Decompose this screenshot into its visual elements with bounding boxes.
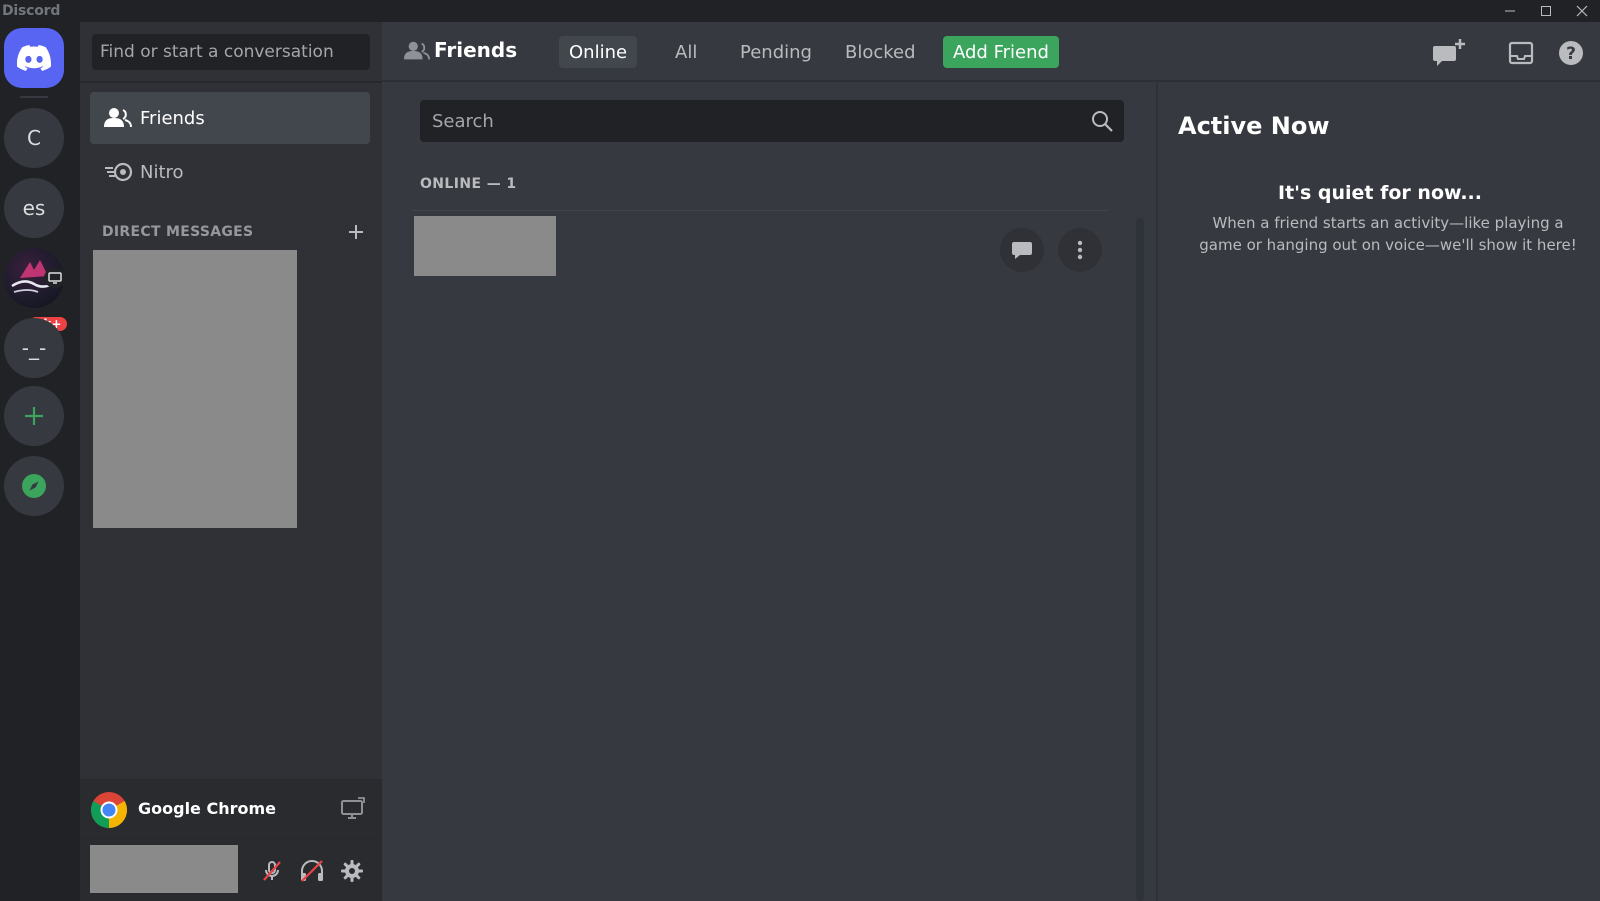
more-icon [1077, 240, 1083, 260]
search-icon [1092, 111, 1113, 132]
user-info-redacted[interactable] [90, 845, 238, 893]
sidebar-item-friends[interactable]: Friends [90, 92, 370, 144]
sidebar-divider [80, 81, 382, 83]
mic-muted-icon [263, 861, 281, 881]
quiet-description: When a friend starts an activity—like pl… [1199, 214, 1577, 254]
add-friend-button[interactable]: Add Friend [943, 36, 1059, 68]
compass-icon [22, 474, 46, 498]
scrollbar[interactable] [1136, 218, 1144, 901]
conversation-search-input[interactable]: Find or start a conversation [92, 34, 370, 70]
top-bar: Friends Online All Pending Blocked Add F… [382, 22, 1600, 82]
sidebar-item-label: Friends [140, 107, 205, 129]
server-es-label: es [22, 196, 46, 220]
friends-search-input[interactable]: Search [420, 100, 1124, 142]
home-button[interactable] [4, 28, 64, 88]
help-button[interactable]: ? [1556, 38, 1586, 68]
maximize-button[interactable] [1528, 0, 1564, 22]
server-c-label: C [27, 126, 41, 150]
minimize-icon [1505, 10, 1515, 12]
page-title: Friends [434, 38, 518, 62]
online-count-header: ONLINE — 1 [420, 176, 517, 192]
maximize-icon [1541, 6, 1551, 16]
friends-search-placeholder: Search [432, 110, 494, 132]
quiet-title: It's quiet for now... [1278, 182, 1482, 204]
svg-text:?: ? [1566, 44, 1576, 64]
friend-row[interactable] [412, 216, 1108, 278]
main-content: Friends Online All Pending Blocked Add F… [382, 22, 1600, 901]
inbox-icon [1508, 41, 1534, 65]
app-title: Discord [2, 3, 61, 19]
message-button[interactable] [1000, 228, 1044, 272]
tab-all[interactable]: All [665, 36, 707, 68]
tab-pending[interactable]: Pending [730, 36, 822, 68]
more-options-button[interactable] [1058, 228, 1102, 272]
user-panel [80, 839, 382, 901]
add-server-button[interactable] [4, 386, 64, 446]
mute-button[interactable] [256, 855, 288, 887]
gear-icon [341, 860, 363, 882]
friends-icon [404, 41, 430, 60]
nitro-icon [104, 161, 140, 183]
tab-blocked[interactable]: Blocked [835, 36, 926, 68]
help-icon: ? [1559, 41, 1583, 65]
activity-app-name: Google Chrome [138, 799, 277, 818]
friends-icon [104, 107, 140, 129]
server-es[interactable]: es [4, 178, 64, 238]
new-group-dm-button[interactable] [1431, 38, 1467, 68]
server-list: C es 2k+ -_- [0, 22, 80, 901]
close-icon [1576, 5, 1588, 17]
explore-servers-button[interactable] [4, 456, 64, 516]
window-controls [1492, 0, 1600, 22]
message-icon [1012, 242, 1032, 259]
title-bar: Discord [0, 0, 1600, 22]
chrome-icon [90, 792, 128, 828]
sidebar-item-nitro[interactable]: Nitro [90, 146, 370, 198]
headphones-deafened-icon [301, 860, 323, 882]
server-dash-label: -_- [21, 336, 47, 360]
server-separator [20, 96, 48, 98]
plus-icon [25, 407, 43, 425]
user-settings-button[interactable] [336, 855, 368, 887]
server-dash[interactable]: -_- [4, 318, 64, 378]
tab-online[interactable]: Online [559, 36, 638, 68]
dm-list-redacted [93, 250, 297, 528]
activity-panel: Google Chrome [80, 779, 382, 839]
sidebar-item-label: Nitro [140, 161, 184, 183]
friend-info-redacted [414, 216, 556, 276]
close-button[interactable] [1564, 0, 1600, 22]
inbox-button[interactable] [1506, 38, 1536, 68]
active-now-panel: Active Now It's quiet for now... When a … [1156, 82, 1600, 901]
active-now-title: Active Now [1178, 112, 1330, 140]
dm-sidebar: Find or start a conversation Friends Nit… [80, 22, 382, 901]
friends-list: Search ONLINE — 1 [382, 82, 1156, 901]
plus-icon [349, 225, 363, 239]
minimize-button[interactable] [1492, 0, 1528, 22]
stream-screen-icon [341, 797, 365, 819]
create-dm-button[interactable] [348, 220, 364, 244]
direct-messages-header: DIRECT MESSAGES [102, 222, 364, 242]
screen-share-icon [48, 272, 62, 284]
server-c[interactable]: C [4, 108, 64, 168]
direct-messages-label: DIRECT MESSAGES [102, 224, 254, 240]
new-group-dm-icon [1433, 39, 1465, 66]
stream-screen-button[interactable] [340, 797, 368, 821]
deafen-button[interactable] [296, 855, 328, 887]
list-divider [412, 210, 1108, 211]
screen-share-badge [44, 268, 66, 288]
discord-window: Discord C es -_- Find or start a convers… [0, 0, 1600, 901]
discord-logo-icon [17, 45, 51, 71]
